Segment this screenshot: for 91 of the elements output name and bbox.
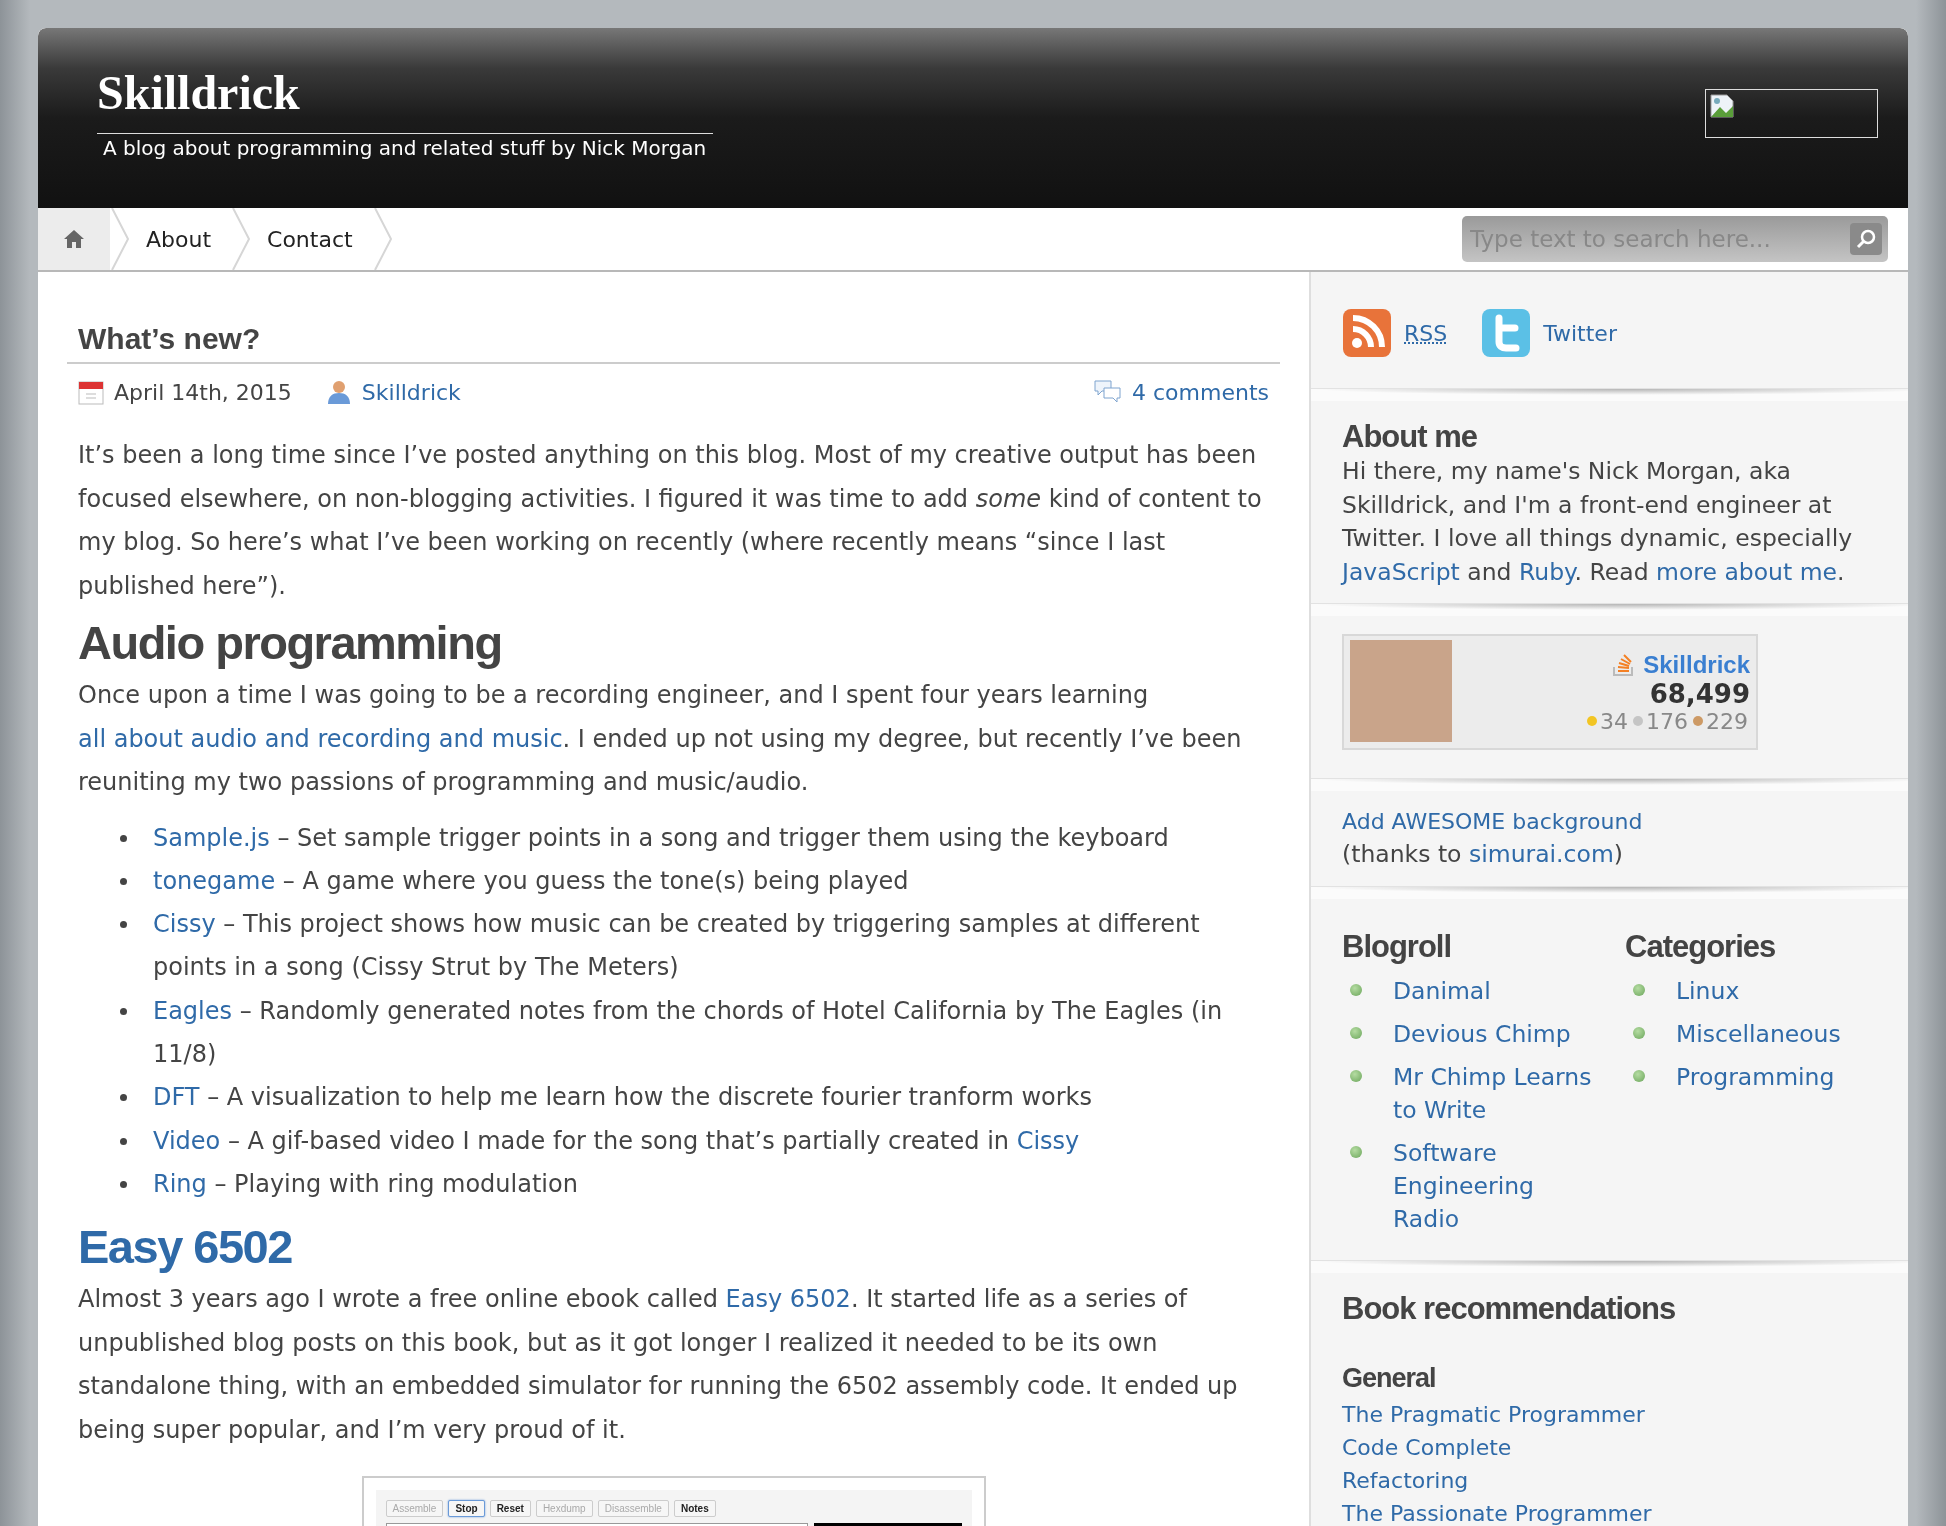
rss-link[interactable]: RSS <box>1404 320 1448 346</box>
link[interactable]: Eagles <box>153 996 233 1025</box>
sidebar-link[interactable]: Linux <box>1676 974 1740 1008</box>
bullet-icon <box>120 877 127 885</box>
speech-bubbles-icon <box>1094 379 1122 405</box>
tagline: A blog about programming and related stuff by Nick Morgan <box>97 133 713 161</box>
list-item: Ring – Playing with ring modulation <box>153 1168 578 1200</box>
link[interactable]: tonegame <box>153 866 276 895</box>
book-link[interactable]: The Passionate Programmer <box>1342 1496 1908 1526</box>
comments-link[interactable]: 4 comments <box>1132 379 1269 405</box>
reputation: 68,499 <box>1649 678 1750 709</box>
bullet-icon <box>120 1007 127 1015</box>
link[interactable]: Ruby <box>1518 557 1575 586</box>
list-item: tonegame – A game where you guess the tone(s) being played <box>153 865 909 897</box>
rss-icon <box>1342 308 1392 358</box>
paragraph: Once upon a time I was going to be a recording engineer, and I spent four years learning all about audio and recording and music. I ended up not using my degree, but recently I’ve been reuniting my two passions of programming and music/audio. <box>77 680 1243 798</box>
sidebar-link[interactable]: Devious Chimp <box>1393 1017 1571 1051</box>
bullet-icon <box>1633 983 1645 996</box>
paragraph: It’s been a long time since I’ve posted anything on this blog. Most of my creative output has been focused elsewhere, on non-blogging activities. I figured it was time to add some kind of content to my blog. So here’s what I’ve been working on recently (where recently means “since I last published here”). <box>77 440 1263 602</box>
badge-count: 229 <box>1706 708 1748 734</box>
credit-text: (thanks to simurai.com) <box>1342 839 1624 870</box>
list-item: Cissy – This project shows how music can be created by triggering samples at different points in a song (Cissy Strut by The Meters) <box>153 909 1201 984</box>
heading-link[interactable]: Easy 6502 <box>67 1222 1280 1273</box>
home-icon <box>63 229 85 249</box>
link[interactable]: Easy 6502 <box>725 1285 851 1314</box>
badge-count: 176 <box>1646 708 1688 734</box>
link[interactable]: Ring <box>153 1169 207 1198</box>
nav-link[interactable]: Contact <box>253 208 373 270</box>
tab-separator <box>110 208 132 270</box>
post-title[interactable]: What’s new? <box>67 314 1280 364</box>
bullet-icon <box>1350 1145 1362 1158</box>
username: Skilldrick <box>1643 650 1750 679</box>
home-tab[interactable] <box>38 208 110 270</box>
person-icon <box>325 379 352 405</box>
author-link[interactable]: Skilldrick <box>361 379 461 405</box>
section-heading: Audio programming <box>77 618 503 668</box>
simulator-button[interactable]: Notes <box>673 1500 716 1518</box>
book-link[interactable]: Code Complete <box>1342 1430 1908 1464</box>
background-link[interactable]: Add AWESOME background <box>1342 805 1908 838</box>
calendar-icon <box>78 379 104 405</box>
link[interactable]: simurai.com <box>1468 840 1614 868</box>
sidebar-link[interactable]: Programming <box>1676 1060 1835 1094</box>
about-text: Hi there, my name's Nick Morgan, aka Skilldrick, and I'm a front-end engineer at Twitter. I love all things dynamic, especially JavaScript and Ruby. Read more about me. <box>1342 456 1854 588</box>
bullet-icon <box>120 1180 127 1188</box>
link[interactable]: Cissy <box>153 910 216 939</box>
badge-count: 34 <box>1600 708 1628 734</box>
bullet-icon <box>120 834 127 842</box>
link[interactable]: Video <box>153 1126 221 1155</box>
link[interactable]: Sample.js <box>153 823 270 852</box>
nav-link[interactable]: About <box>132 208 232 270</box>
book-link[interactable]: The Pragmatic Programmer <box>1342 1397 1908 1431</box>
link[interactable]: JavaScript <box>1342 557 1460 586</box>
widget-title: Categories <box>1625 928 1777 965</box>
tab-separator <box>372 208 395 270</box>
bullet-icon <box>1633 1069 1645 1082</box>
site-title[interactable]: Skilldrick <box>97 65 713 121</box>
simulator-button[interactable]: Reset <box>489 1500 531 1518</box>
profile-card[interactable]: Skilldrick 68,499 34 176 229 <box>1342 634 1758 750</box>
sidebar-link[interactable]: Miscellaneous <box>1676 1017 1841 1051</box>
bullet-icon <box>120 1137 127 1145</box>
broken-image-icon <box>1709 92 1735 119</box>
list-item: Video – A gif-based video I made for the song that’s partially created in Cissy <box>153 1125 1080 1157</box>
widget-title: Blogroll <box>1342 928 1453 965</box>
bullet-icon <box>1350 983 1362 996</box>
twitter-link[interactable]: Twitter <box>1543 320 1617 346</box>
stack-icon <box>1611 652 1636 677</box>
simulator-button[interactable]: Stop <box>448 1500 485 1518</box>
widget-title: About me <box>1342 419 1478 455</box>
list-item: Eagles – Randomly generated notes from the chords of Hotel California by The Eagles (in 11/8) <box>153 995 1224 1070</box>
bullet-icon <box>120 1094 127 1102</box>
bullet-icon <box>1633 1026 1645 1039</box>
link[interactable]: more about me <box>1656 557 1838 586</box>
sidebar-link[interactable]: Mr Chimp Learns to Write <box>1393 1060 1603 1127</box>
link[interactable]: all about audio and recording and music <box>78 724 563 753</box>
list-item: DFT – A visualization to help me learn how the discrete fourier tranform works <box>153 1082 1092 1114</box>
bullet-icon <box>1350 1069 1362 1082</box>
list-item: Sample.js – Set sample trigger points in a song and trigger them using the keyboard <box>153 822 1169 854</box>
bullet-icon <box>120 921 127 929</box>
link[interactable]: DFT <box>153 1083 200 1112</box>
book-link[interactable]: Refactoring <box>1342 1463 1908 1497</box>
bird-logo-icon <box>1481 308 1532 358</box>
post-date: April 14th, 2015 <box>114 379 292 405</box>
paragraph: Almost 3 years ago I wrote a free online ebook called Easy 6502. It started life as a series of unpublished blog posts on this book, but as it got longer I realized it needed to be its own standalone thing, with an embedded simulator for running the 6502 assembly code. It ended up being super popular, and I’m very proud of it. <box>77 1284 1239 1446</box>
group-title: General <box>1342 1362 1437 1394</box>
bullet-icon <box>1350 1026 1362 1039</box>
search-button[interactable] <box>1850 223 1882 255</box>
search-icon <box>1855 228 1877 250</box>
sidebar-link[interactable]: Software Engineering Radio <box>1393 1136 1603 1236</box>
sidebar-link[interactable]: Danimal <box>1393 974 1491 1008</box>
widget-title: Book recommendations <box>1342 1290 1677 1327</box>
link[interactable]: Cissy <box>1016 1126 1080 1155</box>
